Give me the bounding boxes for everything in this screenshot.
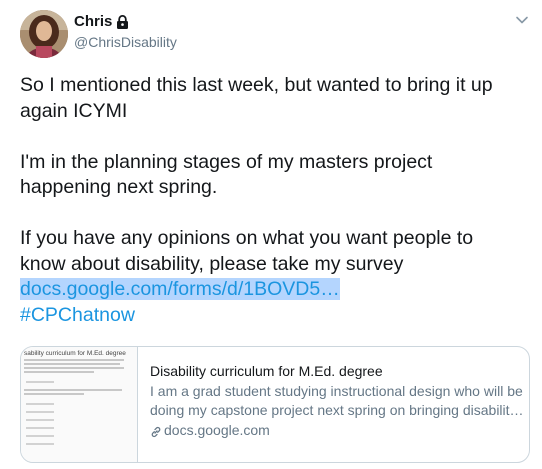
card-domain: docs.google.com [150, 421, 517, 439]
card-content: Disability curriculum for M.Ed. degree I… [138, 347, 529, 462]
tweet-line: know about disability, please take my su… [20, 252, 404, 275]
handle[interactable]: @ChrisDisability [74, 34, 177, 50]
hashtag-link[interactable]: #CPChatnow [20, 304, 135, 326]
card-domain-text: docs.google.com [164, 422, 270, 438]
chevron-down-icon[interactable] [514, 12, 530, 28]
tweet-line: happening next spring. [20, 176, 218, 198]
tweet-line: again ICYMI [20, 99, 128, 122]
link-card[interactable]: sability curriculum for M.Ed. degree Dis… [20, 346, 530, 463]
link-icon [150, 424, 162, 438]
card-description: I am a grad student studying instruction… [150, 382, 529, 419]
author-name-row: Chris [74, 13, 129, 30]
tweet-line: So I mentioned this last week, but wante… [20, 74, 493, 96]
card-title: Disability curriculum for M.Ed. degree [150, 363, 383, 379]
avatar[interactable] [20, 10, 68, 58]
card-thumbnail: sability curriculum for M.Ed. degree [21, 347, 138, 462]
tweet-paragraph: If you have any opinions on what you wan… [20, 226, 520, 328]
card-description-line: I am a grad student studying instruction… [150, 383, 523, 399]
tweet-line: If you have any opinions on what you wan… [20, 227, 474, 249]
tweet-line: I'm in the planning stages of my masters… [20, 150, 433, 173]
tweet-paragraph: So I mentioned this last week, but wante… [20, 73, 520, 124]
thumbnail-title: sability curriculum for M.Ed. degree [24, 350, 126, 357]
lock-icon [116, 14, 129, 29]
tweet: Chris @ChrisDisability So I mentioned th… [0, 0, 542, 469]
tweet-text: So I mentioned this last week, but wante… [20, 73, 520, 328]
tweet-paragraph: I'm in the planning stages of my masters… [20, 150, 520, 201]
survey-link[interactable]: docs.google.com/forms/d/1BOVD5… [20, 278, 340, 300]
thumbnail-preview [24, 359, 129, 451]
card-description-line: doing my capstone project next spring on… [150, 401, 524, 418]
display-name[interactable]: Chris [74, 13, 112, 30]
